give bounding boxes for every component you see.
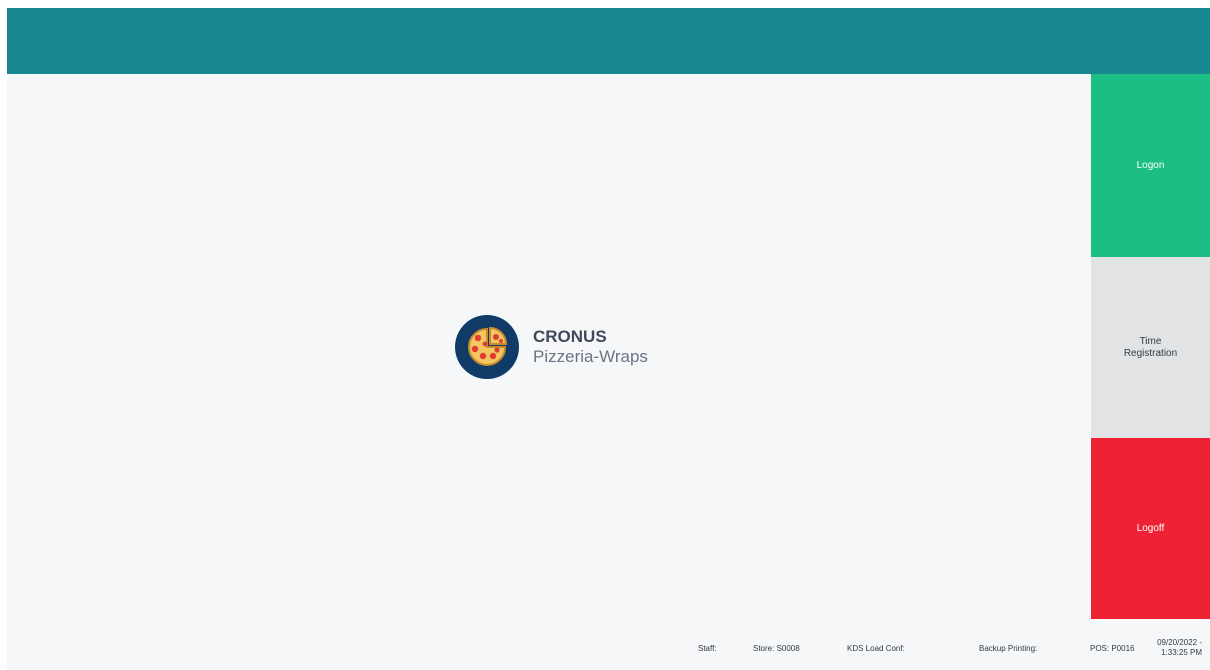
brand-subtitle: Pizzeria-Wraps xyxy=(533,347,648,366)
status-datetime: 09/20/2022 - 1:33:25 PM xyxy=(1147,638,1202,658)
pos-app: CRONUS Pizzeria-Wraps Logon Time Registr… xyxy=(7,8,1210,670)
logoff-label: Logoff xyxy=(1136,522,1165,534)
action-panel: Logon Time Registration Logoff xyxy=(1091,74,1210,619)
status-store: Store: S0008 xyxy=(753,644,800,653)
status-backup-printing: Backup Printing: xyxy=(979,644,1038,653)
status-date: 09/20/2022 - xyxy=(1157,638,1202,647)
pizza-icon xyxy=(455,315,519,379)
status-time: 1:33:25 PM xyxy=(1161,648,1202,657)
status-pos: POS: P0016 xyxy=(1090,644,1135,653)
time-registration-button[interactable]: Time Registration xyxy=(1091,257,1210,438)
logoff-button[interactable]: Logoff xyxy=(1091,438,1210,619)
brand-text: CRONUS Pizzeria-Wraps xyxy=(533,327,648,367)
brand-logo: CRONUS Pizzeria-Wraps xyxy=(455,315,648,379)
time-registration-label: Time Registration xyxy=(1124,336,1177,360)
status-staff: Staff: xyxy=(698,644,717,653)
time-registration-line2: Registration xyxy=(1123,347,1178,359)
logon-label: Logon xyxy=(1136,159,1165,171)
status-kds-load-conf: KDS Load Conf: xyxy=(847,644,905,653)
logon-button[interactable]: Logon xyxy=(1091,74,1210,257)
time-registration-line1: Time xyxy=(1139,335,1162,347)
status-bar: Staff: Store: S0008 KDS Load Conf: Backu… xyxy=(7,619,1210,670)
brand-name: CRONUS xyxy=(533,327,607,346)
header-bar xyxy=(7,8,1210,74)
main-area: CRONUS Pizzeria-Wraps xyxy=(7,74,1091,619)
